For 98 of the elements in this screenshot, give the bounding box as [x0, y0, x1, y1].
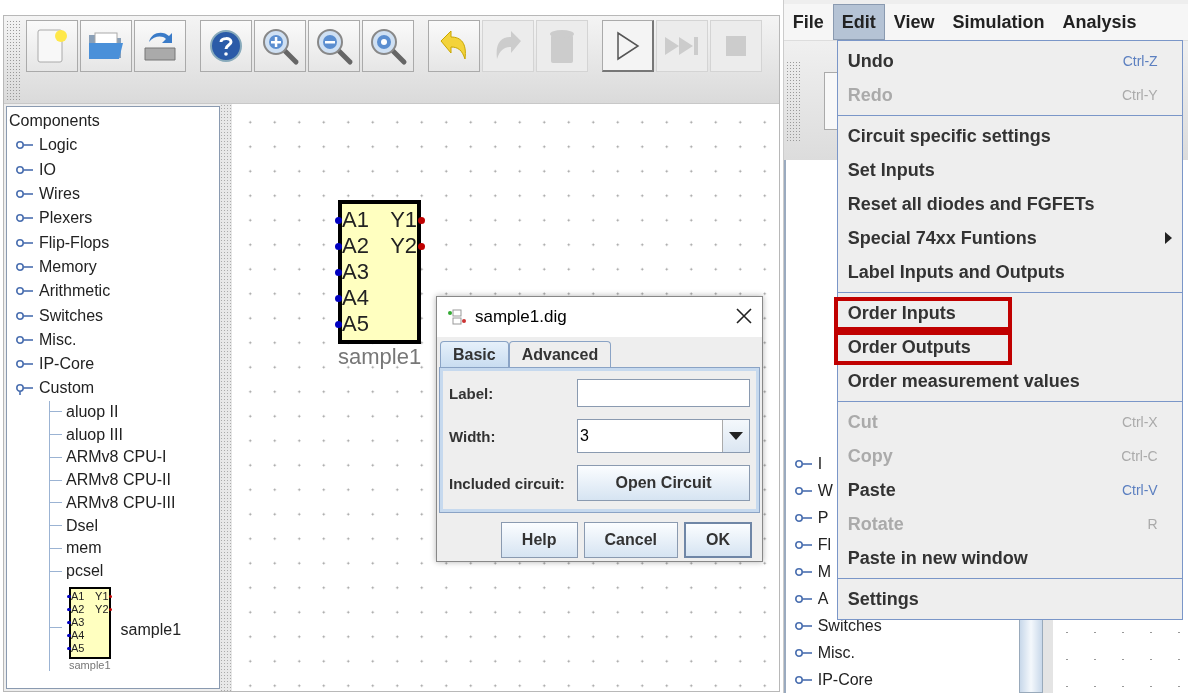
- toolbar-button[interactable]: [200, 20, 252, 72]
- component-caption: sample1: [69, 658, 111, 671]
- tree-item[interactable]: Flip-Flops: [39, 233, 110, 252]
- tree-item[interactable]: IO: [39, 160, 56, 179]
- menu-item[interactable]: Set Inputs: [837, 153, 1182, 187]
- tree-item[interactable]: IP-Core: [39, 355, 95, 374]
- tree-item[interactable]: pcsel: [66, 562, 104, 581]
- menu-item[interactable]: Order Inputs: [837, 296, 1182, 330]
- menu-title[interactable]: View: [884, 4, 944, 41]
- menu-title[interactable]: Analysis: [1053, 4, 1146, 41]
- tree-item[interactable]: W: [817, 481, 833, 500]
- menu-item[interactable]: Label Inputs and Outputs: [837, 255, 1182, 289]
- splitter-handle[interactable]: [220, 104, 232, 691]
- input-pin: [334, 268, 342, 276]
- tree-item[interactable]: mem: [66, 539, 102, 558]
- tree-item[interactable]: Misc.: [817, 643, 855, 662]
- output-pin: [108, 607, 113, 612]
- help-icon: [209, 29, 243, 63]
- menu-item[interactable]: Undo Ctrl-Z: [837, 44, 1182, 78]
- input-pin: [334, 294, 342, 302]
- tree-item[interactable]: Dsel: [66, 516, 98, 535]
- toolbar-button[interactable]: [80, 20, 132, 72]
- menu-title[interactable]: File: [783, 4, 833, 41]
- menu-item[interactable]: Circuit specific settings: [837, 119, 1182, 153]
- input-field[interactable]: [577, 379, 750, 407]
- open-circuit-button[interactable]: Open Circuit: [577, 465, 750, 501]
- tab[interactable]: Basic: [440, 341, 509, 368]
- field-label: Included circuit:: [449, 474, 566, 492]
- fast-forward-icon: [664, 35, 700, 57]
- caret-icon: [729, 432, 743, 440]
- play-icon: [614, 30, 641, 61]
- tree-item[interactable]: Misc.: [39, 330, 77, 349]
- tree-item[interactable]: Switches: [817, 616, 882, 635]
- menu-item[interactable]: Settings: [837, 582, 1182, 616]
- circuit-component: A1 A2 A3 A4 A5 Y1 Y2: [338, 200, 422, 344]
- circuit-component: A1 A2 A3 A4 A5 Y1 Y2: [69, 586, 111, 659]
- tree-item[interactable]: Memory: [39, 257, 97, 276]
- input-pin: [67, 620, 71, 625]
- close-icon[interactable]: [736, 308, 752, 324]
- tree-item[interactable]: Fl: [817, 535, 831, 554]
- expanded-node-icon[interactable]: [15, 381, 35, 396]
- tree-item[interactable]: ARMv8 CPU-II: [66, 471, 171, 490]
- input-pin: [67, 646, 71, 651]
- output-pin: [417, 242, 425, 250]
- output-pin: [108, 594, 113, 599]
- width-dropdown[interactable]: 3: [577, 419, 750, 453]
- field-label: Width:: [449, 427, 497, 445]
- circuit-icon: [447, 308, 467, 326]
- input-pin: [334, 320, 342, 328]
- tree-item[interactable]: Arithmetic: [39, 282, 111, 301]
- menu-item[interactable]: Order Outputs: [837, 330, 1182, 364]
- tree-item[interactable]: M: [817, 562, 831, 581]
- tree-root-label: Components: [9, 112, 100, 131]
- field-label: Label:: [449, 384, 495, 402]
- dialog-button[interactable]: Help: [500, 522, 578, 558]
- tree-item[interactable]: aluop III: [66, 425, 123, 444]
- tree-item[interactable]: aluop II: [66, 402, 119, 421]
- component-caption: sample1: [338, 344, 422, 370]
- tree-item[interactable]: ARMv8 CPU-III: [66, 493, 176, 512]
- tree-item[interactable]: Logic: [39, 136, 78, 155]
- zoom-out-icon: [314, 26, 354, 66]
- menu-title[interactable]: Simulation: [943, 4, 1054, 41]
- menu-item[interactable]: Order measurement values: [837, 364, 1182, 398]
- tree-item[interactable]: P: [817, 508, 829, 527]
- tree-item[interactable]: IP-Core: [817, 670, 873, 689]
- tree-item[interactable]: ARMv8 CPU-I: [66, 448, 167, 467]
- input-pin: [334, 216, 342, 224]
- menu-item[interactable]: Paste in new window: [837, 541, 1182, 575]
- toolbar-button[interactable]: [362, 20, 414, 72]
- menu-item[interactable]: Paste Ctrl-V: [837, 473, 1182, 507]
- toolbar-button[interactable]: [134, 20, 186, 72]
- trash-icon: [547, 27, 577, 65]
- tree-item[interactable]: Wires: [39, 185, 80, 204]
- tree-item[interactable]: Switches: [39, 306, 104, 325]
- output-pin: [417, 216, 425, 224]
- input-pin: [67, 633, 71, 638]
- dialog-button[interactable]: Cancel: [583, 522, 678, 558]
- tree-item[interactable]: A: [817, 589, 829, 608]
- new-document-icon: [35, 27, 69, 65]
- menu-item[interactable]: Reset all diodes and FGFETs: [837, 187, 1182, 221]
- stop-icon: [726, 36, 746, 56]
- toolbar-button[interactable]: [254, 20, 306, 72]
- tree-item[interactable]: Plexers: [39, 209, 93, 228]
- tree-item[interactable]: Custom: [39, 379, 95, 398]
- tree-item[interactable]: sample1: [120, 620, 182, 639]
- zoom-fit-icon: [368, 26, 408, 66]
- toolbar-button[interactable]: [308, 20, 360, 72]
- dialog-title: sample1.dig: [475, 307, 567, 327]
- toolbar-button[interactable]: [602, 20, 654, 72]
- menu-item[interactable]: Special 74xx Funtions: [837, 221, 1182, 255]
- tab[interactable]: Advanced: [508, 341, 612, 368]
- dialog-button[interactable]: OK: [684, 522, 752, 558]
- input-pin: [334, 242, 342, 250]
- input-pin: [67, 607, 71, 612]
- input-pin: [67, 594, 71, 599]
- menu-title[interactable]: Edit: [832, 4, 885, 41]
- tree-item[interactable]: I: [817, 454, 823, 473]
- zoom-in-icon: [260, 26, 300, 66]
